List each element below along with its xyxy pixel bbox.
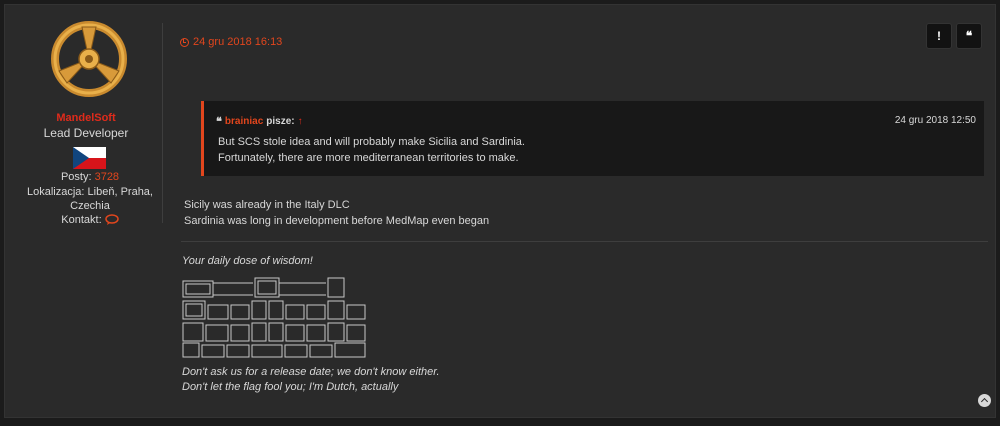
post-date-link[interactable]: 24 gru 2018 16:13: [180, 36, 282, 48]
quote-icon: ❝: [216, 116, 222, 128]
post-profile: MandelSoft Lead Developer Posty: 3728 Lo…: [5, 5, 167, 227]
quote-header: ❝ brainiac pisze: ↑: [216, 115, 303, 128]
speech-bubble-icon[interactable]: [104, 214, 119, 225]
quote-button[interactable]: ❝: [956, 23, 982, 49]
clock-icon: [180, 37, 189, 47]
location-value-line2: Czechia: [70, 200, 110, 212]
quote-wrote-label: pisze:: [266, 116, 295, 127]
location-label: Lokalizacja:: [27, 186, 85, 198]
location-row: Lokalizacja: Libeň, Praha,: [15, 185, 165, 199]
signature-divider: [181, 241, 988, 242]
arrow-up-icon[interactable]: ↑: [298, 116, 303, 127]
quote-text-line: But SCS stole idea and will probably mak…: [218, 136, 525, 148]
post-content-line: Sardinia was long in development before …: [184, 215, 490, 227]
avatar[interactable]: [49, 19, 129, 99]
profile-divider: [162, 23, 163, 223]
contact-label: Kontakt:: [61, 214, 102, 226]
quote-date: 24 gru 2018 12:50: [894, 115, 976, 126]
post-container: MandelSoft Lead Developer Posty: 3728 Lo…: [4, 4, 996, 418]
contact-row: Kontakt:: [15, 213, 165, 227]
post-date: 24 gru 2018 16:13: [193, 36, 283, 48]
back-to-top-icon[interactable]: [978, 394, 991, 407]
signature-line: Don't let the flag fool you; I'm Dutch, …: [182, 381, 399, 393]
quote-author[interactable]: brainiac: [225, 116, 263, 127]
quote-block: ❝ brainiac pisze: ↑ 24 gru 2018 12:50 Bu…: [201, 101, 984, 176]
posts-label: Posty:: [60, 171, 92, 183]
signature-line: Your daily dose of wisdom!: [182, 255, 313, 267]
post-content-line: Sicily was already in the Italy DLC: [184, 199, 350, 211]
ascii-art-image: [182, 277, 366, 358]
czech-flag-icon: [73, 147, 106, 169]
report-button[interactable]: !: [926, 23, 952, 49]
posts-count-link[interactable]: 3728: [95, 171, 119, 183]
posts-count-row: Posty: 3728: [15, 170, 165, 184]
location-value-line1: Libeň, Praha,: [87, 186, 153, 198]
quote-text-line: Fortunately, there are more mediterranea…: [218, 152, 519, 164]
user-rank: Lead Developer: [43, 126, 129, 140]
signature-line: Don't ask us for a release date; we don'…: [182, 366, 440, 378]
username[interactable]: MandelSoft: [5, 112, 167, 124]
